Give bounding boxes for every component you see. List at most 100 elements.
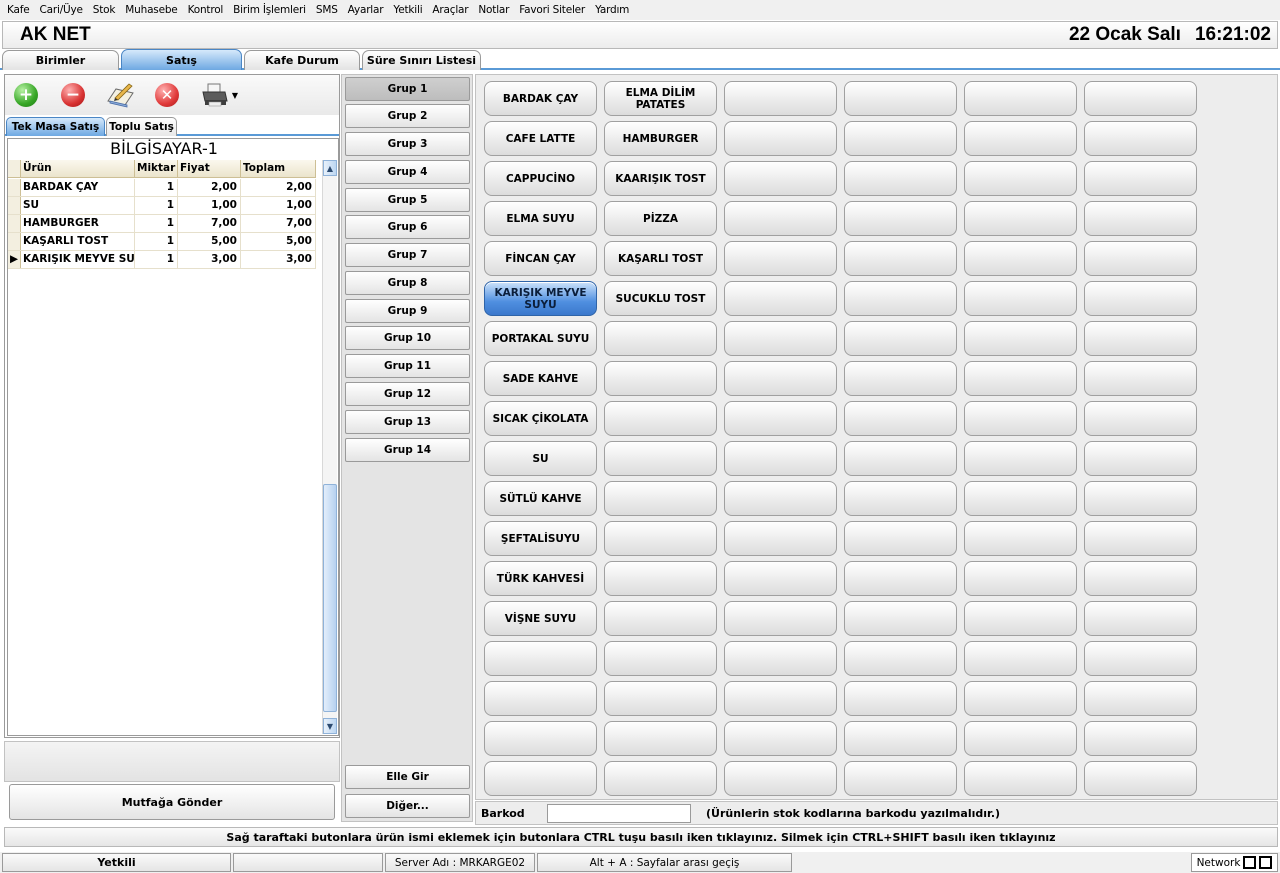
- product-button[interactable]: HAMBURGER: [604, 121, 717, 156]
- empty-product-slot[interactable]: [1084, 121, 1197, 156]
- empty-product-slot[interactable]: [724, 761, 837, 796]
- empty-product-slot[interactable]: [484, 641, 597, 676]
- empty-product-slot[interactable]: [724, 521, 837, 556]
- empty-product-slot[interactable]: [724, 361, 837, 396]
- cell-product[interactable]: BARDAK ÇAY: [21, 179, 135, 196]
- tab-tek-masa[interactable]: Tek Masa Satış: [6, 117, 105, 136]
- empty-product-slot[interactable]: [724, 241, 837, 276]
- empty-product-slot[interactable]: [724, 281, 837, 316]
- table-row[interactable]: KAŞARLI TOST 1 5,00 5,00: [8, 233, 316, 251]
- cell-total[interactable]: 7,00: [241, 215, 316, 232]
- menu-item[interactable]: Notlar: [473, 4, 514, 16]
- group-button[interactable]: Grup 6: [345, 215, 470, 239]
- column-fiyat[interactable]: Fiyat: [178, 160, 241, 177]
- cell-price[interactable]: 2,00: [178, 179, 241, 196]
- group-button[interactable]: Grup 3: [345, 132, 470, 156]
- table-row[interactable]: BARDAK ÇAY 1 2,00 2,00: [8, 179, 316, 197]
- empty-product-slot[interactable]: [1084, 361, 1197, 396]
- empty-product-slot[interactable]: [844, 601, 957, 636]
- product-button[interactable]: KARIŞIK MEYVE SUYU: [484, 281, 597, 316]
- product-button[interactable]: SUCUKLU TOST: [604, 281, 717, 316]
- empty-product-slot[interactable]: [964, 761, 1077, 796]
- empty-product-slot[interactable]: [964, 121, 1077, 156]
- cell-quantity[interactable]: 1: [135, 215, 178, 232]
- empty-product-slot[interactable]: [844, 441, 957, 476]
- send-to-kitchen-button[interactable]: Mutfağa Gönder: [9, 784, 335, 820]
- column-miktar[interactable]: Miktar: [135, 160, 178, 177]
- empty-product-slot[interactable]: [604, 441, 717, 476]
- menu-item[interactable]: Araçlar: [427, 4, 473, 16]
- empty-product-slot[interactable]: [1084, 721, 1197, 756]
- empty-product-slot[interactable]: [964, 481, 1077, 516]
- empty-product-slot[interactable]: [844, 641, 957, 676]
- empty-product-slot[interactable]: [844, 681, 957, 716]
- group-button[interactable]: Grup 9: [345, 299, 470, 323]
- menu-item[interactable]: Yardım: [590, 4, 634, 16]
- empty-product-slot[interactable]: [724, 201, 837, 236]
- empty-product-slot[interactable]: [964, 321, 1077, 356]
- empty-product-slot[interactable]: [1084, 441, 1197, 476]
- empty-product-slot[interactable]: [604, 521, 717, 556]
- delete-button[interactable]: ✕: [152, 80, 182, 110]
- empty-product-slot[interactable]: [964, 561, 1077, 596]
- cell-product[interactable]: HAMBURGER: [21, 215, 135, 232]
- empty-product-slot[interactable]: [844, 81, 957, 116]
- scroll-up-icon[interactable]: ▲: [323, 160, 337, 176]
- empty-product-slot[interactable]: [1084, 681, 1197, 716]
- empty-product-slot[interactable]: [484, 721, 597, 756]
- product-button[interactable]: FİNCAN ÇAY: [484, 241, 597, 276]
- empty-product-slot[interactable]: [724, 321, 837, 356]
- empty-product-slot[interactable]: [604, 321, 717, 356]
- group-button[interactable]: Grup 4: [345, 160, 470, 184]
- empty-product-slot[interactable]: [844, 121, 957, 156]
- table-row[interactable]: ▶KARIŞIK MEYVE SUYU13,003,00: [8, 251, 316, 269]
- menu-item[interactable]: Favori Siteler: [514, 4, 590, 16]
- empty-product-slot[interactable]: [724, 121, 837, 156]
- product-button[interactable]: PİZZA: [604, 201, 717, 236]
- cell-price[interactable]: 7,00: [178, 215, 241, 232]
- empty-product-slot[interactable]: [964, 721, 1077, 756]
- empty-product-slot[interactable]: [1084, 241, 1197, 276]
- scroll-thumb[interactable]: [323, 484, 337, 712]
- empty-product-slot[interactable]: [1084, 81, 1197, 116]
- empty-product-slot[interactable]: [724, 81, 837, 116]
- cell-total[interactable]: 3,00: [241, 251, 316, 268]
- group-button[interactable]: Grup 11: [345, 354, 470, 378]
- empty-product-slot[interactable]: [844, 241, 957, 276]
- cell-product[interactable]: SU: [21, 197, 135, 214]
- tab-toplu-satis[interactable]: Toplu Satış: [106, 117, 177, 136]
- empty-product-slot[interactable]: [1084, 201, 1197, 236]
- other-button[interactable]: Diğer...: [345, 794, 470, 818]
- empty-product-slot[interactable]: [1084, 281, 1197, 316]
- empty-product-slot[interactable]: [604, 481, 717, 516]
- empty-product-slot[interactable]: [724, 481, 837, 516]
- empty-product-slot[interactable]: [964, 681, 1077, 716]
- empty-product-slot[interactable]: [844, 521, 957, 556]
- empty-product-slot[interactable]: [724, 561, 837, 596]
- empty-product-slot[interactable]: [964, 201, 1077, 236]
- dropdown-arrow-icon[interactable]: ▼: [232, 91, 238, 100]
- empty-product-slot[interactable]: [724, 721, 837, 756]
- empty-product-slot[interactable]: [844, 761, 957, 796]
- empty-product-slot[interactable]: [1084, 561, 1197, 596]
- product-button[interactable]: VİŞNE SUYU: [484, 601, 597, 636]
- group-button[interactable]: Grup 5: [345, 188, 470, 212]
- empty-product-slot[interactable]: [1084, 481, 1197, 516]
- cell-quantity[interactable]: 1: [135, 197, 178, 214]
- cell-total[interactable]: 5,00: [241, 233, 316, 250]
- empty-product-slot[interactable]: [964, 401, 1077, 436]
- empty-product-slot[interactable]: [964, 81, 1077, 116]
- edit-button[interactable]: [105, 80, 135, 110]
- column-urun[interactable]: Ürün: [21, 160, 135, 177]
- cell-quantity[interactable]: 1: [135, 179, 178, 196]
- group-button[interactable]: Grup 8: [345, 271, 470, 295]
- manual-entry-button[interactable]: Elle Gir: [345, 765, 470, 789]
- empty-product-slot[interactable]: [604, 681, 717, 716]
- empty-product-slot[interactable]: [484, 761, 597, 796]
- group-button[interactable]: Grup 2: [345, 104, 470, 128]
- empty-product-slot[interactable]: [844, 721, 957, 756]
- product-button[interactable]: CAFE LATTE: [484, 121, 597, 156]
- empty-product-slot[interactable]: [604, 361, 717, 396]
- empty-product-slot[interactable]: [604, 641, 717, 676]
- empty-product-slot[interactable]: [964, 521, 1077, 556]
